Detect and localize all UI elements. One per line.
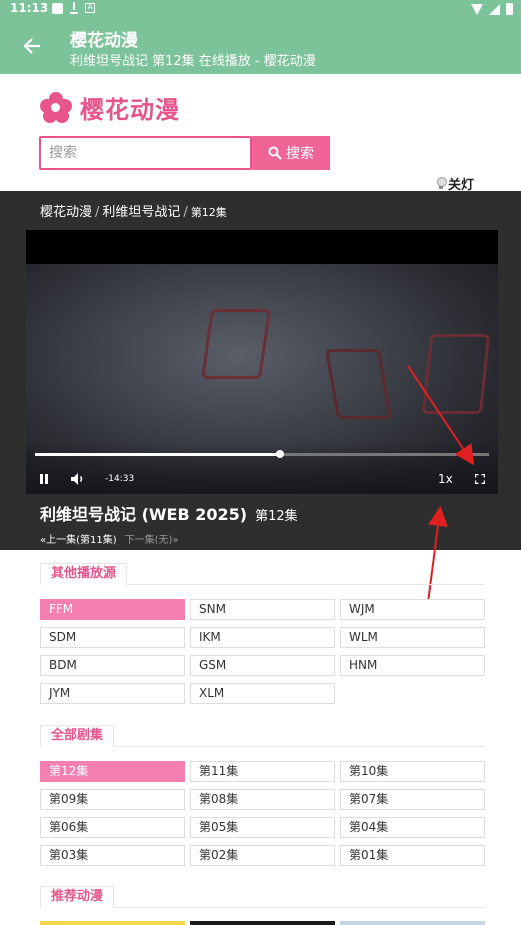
episode-item[interactable]: 第08集 (190, 789, 335, 810)
source-item[interactable]: BDM (40, 655, 185, 676)
episode-item[interactable]: 第06集 (40, 817, 185, 838)
sources-heading: 其他播放源 (40, 563, 128, 585)
episode-item[interactable]: 第04集 (340, 817, 485, 838)
search-icon (268, 146, 282, 160)
download-icon (69, 2, 79, 14)
recommend-thumbnails (40, 921, 485, 925)
pause-icon[interactable] (39, 474, 49, 484)
source-item[interactable]: IKM (190, 627, 335, 648)
source-item[interactable]: SNM (190, 599, 335, 620)
volume-icon[interactable] (70, 472, 86, 486)
episode-item[interactable]: 第02集 (190, 845, 335, 866)
system-icons (471, 3, 513, 15)
source-item[interactable]: FFM (40, 599, 185, 620)
fullscreen-icon[interactable] (475, 474, 485, 484)
battery-icon (506, 3, 513, 15)
logo-text: 樱花动漫 (80, 96, 180, 124)
episodes-grid: 第12集 第11集 第10集第09集 第08集 第07集第06集 第05集 第04集第03集… (40, 761, 485, 866)
signal-icon (489, 3, 500, 15)
progress-thumb[interactable] (276, 450, 285, 458)
episode-tag: 第12集 (255, 509, 298, 524)
next-episode-link[interactable]: 下一集(无)» (125, 535, 179, 546)
episode-item[interactable]: 第12集 (40, 761, 185, 782)
anime-title-text: 利维坦号战记 (WEB 2025) (40, 505, 248, 524)
prev-episode-link[interactable]: «上一集(第11集) (40, 535, 117, 546)
recommend-thumb[interactable] (190, 921, 335, 925)
episode-item[interactable]: 第10集 (340, 761, 485, 782)
time-remaining: -14:33 (105, 474, 135, 484)
playback-speed-button[interactable]: 1x (438, 472, 453, 486)
recommend-thumb[interactable] (340, 921, 485, 925)
source-item[interactable]: XLM (190, 683, 335, 704)
episode-item[interactable]: 第05集 (190, 817, 335, 838)
source-item[interactable]: SDM (40, 627, 185, 648)
breadcrumb-home[interactable]: 樱花动漫 (40, 205, 92, 220)
video-controls: -14:33 1x (26, 442, 498, 494)
site-logo[interactable]: 樱花动漫 (40, 90, 180, 125)
search-button[interactable]: 搜索 (252, 136, 330, 170)
recommend-heading: 推荐动漫 (40, 886, 115, 908)
source-item[interactable]: WJM (340, 599, 485, 620)
source-item[interactable]: GSM (190, 655, 335, 676)
status-time: 11:13 (10, 1, 49, 15)
app-subtitle: 利维坦号战记 第12集 在线播放 - 樱花动漫 (70, 54, 316, 69)
sources-section-header: 其他播放源 (40, 563, 485, 585)
breadcrumb-current: 第12集 (190, 206, 227, 219)
back-button[interactable] (18, 32, 46, 60)
episode-item[interactable]: 第01集 (340, 845, 485, 866)
status-bar: 11:13 A (0, 0, 521, 18)
lightbulb-icon (436, 177, 447, 190)
episode-item[interactable]: 第03集 (40, 845, 185, 866)
notification-icons: A (52, 2, 95, 14)
sakura-logo-icon (40, 91, 72, 124)
source-item[interactable]: JYM (40, 683, 185, 704)
source-item[interactable]: HNM (340, 655, 485, 676)
progress-fill (35, 453, 281, 456)
app-bar: 樱花动漫 利维坦号战记 第12集 在线播放 - 樱花动漫 (0, 18, 521, 74)
source-item[interactable]: WLM (340, 627, 485, 648)
episode-item[interactable]: 第07集 (340, 789, 485, 810)
sources-grid: FFM SNM WJM SDM IKM WLM BDM GSM HNM JYM XLM (40, 599, 485, 704)
episodes-section-header: 全部剧集 (40, 725, 485, 747)
app-notification-icon (52, 2, 63, 14)
breadcrumb: 樱花动漫 / 利维坦号战记 / 第12集 (40, 205, 227, 220)
wifi-icon (471, 3, 483, 15)
breadcrumb-series[interactable]: 利维坦号战记 (102, 205, 180, 220)
progress-bar[interactable] (35, 450, 489, 458)
recommend-section-header: 推荐动漫 (40, 886, 485, 908)
episode-item[interactable]: 第09集 (40, 789, 185, 810)
search-button-label: 搜索 (286, 145, 314, 161)
arrow-left-icon (23, 38, 40, 54)
a-notification-icon: A (85, 3, 95, 13)
episode-item[interactable]: 第11集 (190, 761, 335, 782)
video-player[interactable]: -14:33 1x (26, 230, 498, 494)
search-input[interactable] (39, 136, 252, 170)
recommend-thumb[interactable] (40, 921, 185, 925)
player-area: 樱花动漫 / 利维坦号战记 / 第12集 -14:33 1x 利维坦号战记 (W… (0, 191, 521, 550)
anime-title: 利维坦号战记 (WEB 2025) 第12集 (40, 501, 298, 525)
episode-nav: «上一集(第11集) 下一集(无)» (40, 531, 179, 546)
app-title: 樱花动漫 (70, 31, 138, 51)
episodes-heading: 全部剧集 (40, 725, 115, 747)
